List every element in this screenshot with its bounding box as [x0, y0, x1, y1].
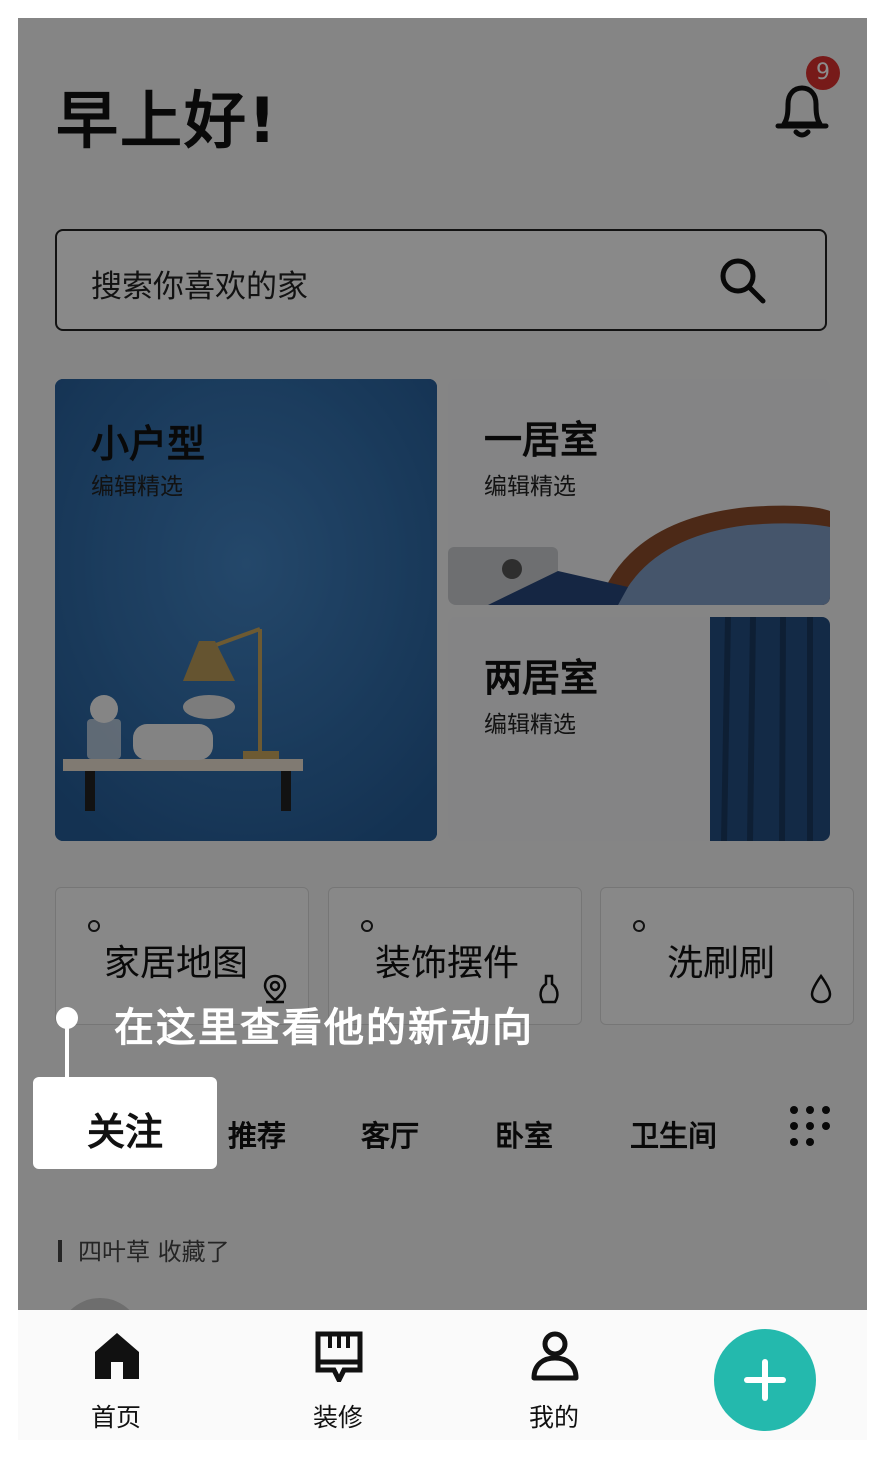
shortcut-cleaning[interactable]: 洗刷刷: [600, 887, 854, 1025]
nav-me[interactable]: 我的: [494, 1310, 614, 1440]
category-tabs: 推荐 客厅 卧室 卫生间: [18, 1103, 867, 1173]
card-subtitle: 编辑精选: [484, 474, 576, 500]
card-one-bedroom[interactable]: 一居室 编辑精选: [448, 379, 830, 605]
search-bar[interactable]: 搜索你喜欢的家: [55, 229, 827, 331]
card-subtitle: 编辑精选: [91, 474, 183, 500]
user-icon: [531, 1331, 579, 1381]
shortcut-home-map[interactable]: 家居地图: [55, 887, 309, 1025]
home-icon: [95, 1333, 139, 1379]
search-input[interactable]: 搜索你喜欢的家: [91, 261, 308, 306]
card-two-bedroom[interactable]: 两居室 编辑精选: [448, 617, 830, 841]
vase-icon: [539, 974, 559, 1004]
nav-home-label: 首页: [90, 1403, 141, 1432]
tab-bedroom[interactable]: 卧室: [495, 1113, 553, 1155]
add-button[interactable]: [714, 1329, 816, 1431]
feed-marker: [58, 1240, 62, 1262]
nav-home[interactable]: 首页: [56, 1310, 176, 1440]
dot-icon: [633, 920, 645, 932]
greeting-title: 早上好!: [56, 84, 279, 157]
tab-recommend[interactable]: 推荐: [228, 1113, 286, 1155]
card-title: 两居室: [484, 656, 599, 700]
nav-decor[interactable]: 装修: [278, 1310, 398, 1440]
paint-brush-icon: [315, 1331, 363, 1382]
tab-bathroom[interactable]: 卫生间: [630, 1113, 717, 1155]
card-subtitle: 编辑精选: [484, 712, 576, 738]
dot-icon: [361, 920, 373, 932]
feed-activity: 四叶草 收藏了: [78, 1238, 230, 1266]
nav-decor-label: 装修: [312, 1403, 363, 1432]
shortcut-label: 装饰摆件: [375, 943, 520, 984]
dot-icon: [88, 920, 100, 932]
more-categories-icon[interactable]: [788, 1104, 832, 1148]
plus-icon: [744, 1359, 786, 1401]
app-screen: 早上好! 9 搜索你喜欢的家 小户型 编辑精选 一居室 编辑精选 两居室 编辑精…: [18, 18, 867, 1440]
notification-badge: 9: [806, 56, 840, 90]
card-title: 小户型: [91, 422, 206, 466]
shortcut-decor[interactable]: 装饰摆件: [328, 887, 582, 1025]
nav-me-label: 我的: [528, 1403, 579, 1432]
card-title: 一居室: [484, 418, 599, 462]
droplet-icon: [810, 974, 832, 1004]
tab-living-room[interactable]: 客厅: [361, 1113, 419, 1155]
shortcut-label: 洗刷刷: [667, 943, 776, 984]
shortcut-label: 家居地图: [104, 943, 249, 984]
map-pin-icon: [263, 974, 287, 1004]
card-small-apartment[interactable]: 小户型 编辑精选: [55, 379, 437, 841]
search-icon[interactable]: [717, 255, 767, 305]
